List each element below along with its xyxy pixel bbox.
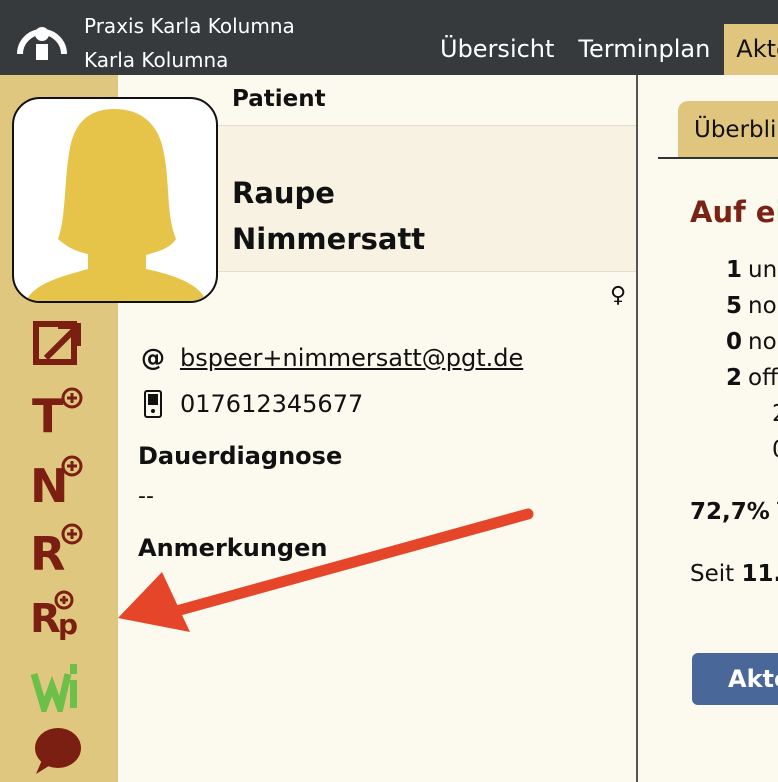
- main-nav: Übersicht Terminplan Akte: [428, 24, 778, 75]
- overview-heading: Auf ei: [690, 195, 778, 229]
- stat-row: 0 no: [726, 329, 777, 355]
- add-rp-icon[interactable]: R p: [30, 586, 86, 642]
- email-link[interactable]: bspeer+nimmersatt@pgt.de: [180, 344, 523, 372]
- patient-last-name: Nimmersatt: [232, 222, 426, 256]
- add-n-icon[interactable]: N: [30, 450, 86, 506]
- patient-first-name: Raupe: [232, 176, 335, 210]
- gender-female-icon: ♀: [610, 283, 627, 308]
- stat-row: 5 no: [726, 293, 777, 319]
- email-row: @ bspeer+nimmersatt@pgt.de: [138, 344, 523, 372]
- phone-row: 017612345677: [138, 390, 363, 418]
- person-silhouette-icon: [26, 109, 206, 301]
- external-link-icon[interactable]: [30, 318, 86, 374]
- nav-overview[interactable]: Übersicht: [428, 24, 566, 75]
- diagnosis-heading: Dauerdiagnose: [138, 442, 343, 470]
- practice-name: Praxis Karla Kolumna: [84, 14, 295, 38]
- wi-icon[interactable]: [30, 656, 86, 712]
- patient-section-label: Patient: [232, 86, 326, 112]
- tab-underline: [658, 157, 778, 159]
- add-r-icon[interactable]: R: [30, 518, 86, 574]
- notes-heading: Anmerkungen: [138, 534, 328, 562]
- app-logo-icon[interactable]: [16, 14, 68, 62]
- stat-sub-value: 0: [772, 437, 778, 463]
- nav-record[interactable]: Akte: [724, 24, 778, 75]
- stat-row: 2 off: [726, 365, 778, 391]
- chat-bubble-icon[interactable]: [30, 722, 86, 778]
- percent-line: 72,7% T: [690, 499, 778, 525]
- add-t-icon[interactable]: T: [30, 382, 86, 438]
- record-button[interactable]: Akte: [692, 653, 778, 705]
- stat-sub-value: 2: [772, 401, 778, 427]
- svg-text:R: R: [30, 527, 65, 574]
- patient-name-band: Raupe Nimmersatt: [216, 126, 636, 272]
- top-bar: Praxis Karla Kolumna Karla Kolumna Übers…: [0, 0, 778, 75]
- overview-panel: Überbli Auf ei 1un 5no 0no 2off 2 0 72,7…: [638, 75, 778, 782]
- mobile-phone-icon: [138, 390, 168, 418]
- tab-overview[interactable]: Überbli: [678, 101, 778, 157]
- phone-number: 017612345677: [180, 390, 364, 418]
- stat-row: 1 un: [726, 257, 778, 283]
- svg-text:p: p: [58, 608, 78, 641]
- svg-text:T: T: [32, 389, 64, 438]
- at-sign-icon: @: [141, 344, 165, 372]
- since-line: Seit 11.: [690, 561, 778, 587]
- avatar[interactable]: [12, 97, 218, 303]
- diagnosis-value: --: [138, 484, 154, 509]
- nav-schedule[interactable]: Terminplan: [566, 24, 722, 75]
- user-name: Karla Kolumna: [84, 48, 229, 72]
